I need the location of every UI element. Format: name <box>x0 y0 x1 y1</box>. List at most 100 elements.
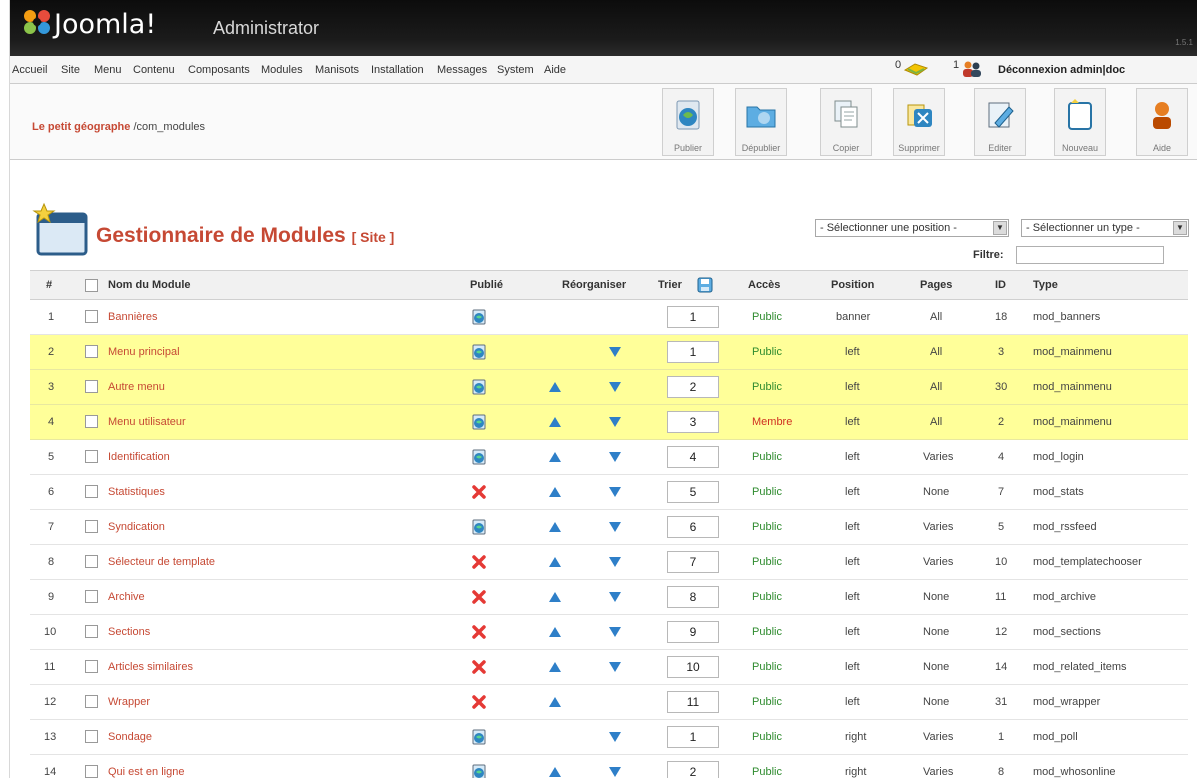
unpublish-button[interactable]: Dépublier <box>735 88 787 156</box>
menu-item-site[interactable]: Site <box>61 64 80 76</box>
logout-link[interactable]: Déconnexion admin|doc <box>998 64 1125 76</box>
module-name-link[interactable]: Bannières <box>108 311 158 323</box>
col-position[interactable]: Position <box>831 279 874 291</box>
move-down-icon[interactable] <box>608 766 622 778</box>
move-up-icon[interactable] <box>548 696 562 708</box>
col-type[interactable]: Type <box>1033 279 1058 291</box>
menu-item-modules[interactable]: Modules <box>261 64 303 76</box>
row-checkbox[interactable] <box>85 660 98 673</box>
order-input[interactable]: 7 <box>667 551 719 573</box>
access-link[interactable]: Public <box>752 591 782 603</box>
col-id[interactable]: ID <box>995 279 1006 291</box>
module-name-link[interactable]: Identification <box>108 451 170 463</box>
access-link[interactable]: Public <box>752 731 782 743</box>
row-checkbox[interactable] <box>85 450 98 463</box>
col-name[interactable]: Nom du Module <box>108 279 191 291</box>
order-input[interactable]: 5 <box>667 481 719 503</box>
row-checkbox[interactable] <box>85 520 98 533</box>
published-icon[interactable] <box>471 414 487 430</box>
move-up-icon[interactable] <box>548 591 562 603</box>
menu-item-installation[interactable]: Installation <box>371 64 424 76</box>
published-icon[interactable] <box>471 764 487 778</box>
row-checkbox[interactable] <box>85 310 98 323</box>
module-name-link[interactable]: Archive <box>108 591 145 603</box>
order-input[interactable]: 1 <box>667 341 719 363</box>
row-checkbox[interactable] <box>85 695 98 708</box>
unpublished-icon[interactable] <box>471 484 487 500</box>
published-icon[interactable] <box>471 449 487 465</box>
order-input[interactable]: 2 <box>667 761 719 778</box>
row-checkbox[interactable] <box>85 765 98 778</box>
delete-button[interactable]: Supprimer <box>893 88 945 156</box>
module-name-link[interactable]: Syndication <box>108 521 165 533</box>
access-link[interactable]: Public <box>752 311 782 323</box>
new-button[interactable]: Nouveau <box>1054 88 1106 156</box>
order-input[interactable]: 4 <box>667 446 719 468</box>
move-up-icon[interactable] <box>548 766 562 778</box>
menu-item-composants[interactable]: Composants <box>188 64 250 76</box>
module-name-link[interactable]: Sélecteur de template <box>108 556 215 568</box>
module-name-link[interactable]: Menu utilisateur <box>108 416 186 428</box>
access-link[interactable]: Public <box>752 486 782 498</box>
move-down-icon[interactable] <box>608 521 622 533</box>
access-link[interactable]: Public <box>752 451 782 463</box>
menu-item-manisots[interactable]: Manisots <box>315 64 359 76</box>
unpublished-icon[interactable] <box>471 624 487 640</box>
row-checkbox[interactable] <box>85 345 98 358</box>
access-link[interactable]: Public <box>752 696 782 708</box>
row-checkbox[interactable] <box>85 590 98 603</box>
move-down-icon[interactable] <box>608 451 622 463</box>
select-all-checkbox[interactable] <box>85 279 98 292</box>
position-select[interactable]: - Sélectionner une position - ▼ <box>815 219 1009 237</box>
order-input[interactable]: 3 <box>667 411 719 433</box>
row-checkbox[interactable] <box>85 625 98 638</box>
access-link[interactable]: Membre <box>752 416 792 428</box>
menu-item-messages[interactable]: Messages <box>437 64 487 76</box>
move-up-icon[interactable] <box>548 626 562 638</box>
unpublished-icon[interactable] <box>471 589 487 605</box>
messages-status[interactable]: 0 <box>895 59 929 78</box>
published-icon[interactable] <box>471 309 487 325</box>
move-up-icon[interactable] <box>548 451 562 463</box>
move-down-icon[interactable] <box>608 416 622 428</box>
module-name-link[interactable]: Autre menu <box>108 381 165 393</box>
move-down-icon[interactable] <box>608 626 622 638</box>
access-link[interactable]: Public <box>752 556 782 568</box>
row-checkbox[interactable] <box>85 485 98 498</box>
row-checkbox[interactable] <box>85 415 98 428</box>
access-link[interactable]: Public <box>752 346 782 358</box>
row-checkbox[interactable] <box>85 555 98 568</box>
move-down-icon[interactable] <box>608 381 622 393</box>
col-sort[interactable]: Trier <box>658 279 682 291</box>
module-name-link[interactable]: Menu principal <box>108 346 180 358</box>
access-link[interactable]: Public <box>752 626 782 638</box>
order-input[interactable]: 8 <box>667 586 719 608</box>
copy-button[interactable]: Copier <box>820 88 872 156</box>
filter-input[interactable] <box>1016 246 1164 264</box>
publish-button[interactable]: Publier <box>662 88 714 156</box>
unpublished-icon[interactable] <box>471 659 487 675</box>
col-published[interactable]: Publié <box>470 279 503 291</box>
order-input[interactable]: 1 <box>667 726 719 748</box>
access-link[interactable]: Public <box>752 766 782 778</box>
order-input[interactable]: 11 <box>667 691 719 713</box>
access-link[interactable]: Public <box>752 661 782 673</box>
col-pages[interactable]: Pages <box>920 279 952 291</box>
edit-button[interactable]: Editer <box>974 88 1026 156</box>
module-name-link[interactable]: Sondage <box>108 731 152 743</box>
col-reorder[interactable]: Réorganiser <box>562 279 626 291</box>
published-icon[interactable] <box>471 519 487 535</box>
unpublished-icon[interactable] <box>471 554 487 570</box>
module-name-link[interactable]: Qui est en ligne <box>108 766 184 778</box>
col-access[interactable]: Accès <box>748 279 780 291</box>
move-down-icon[interactable] <box>608 486 622 498</box>
move-up-icon[interactable] <box>548 556 562 568</box>
save-order-icon[interactable] <box>697 277 713 293</box>
module-name-link[interactable]: Sections <box>108 626 150 638</box>
menu-item-contenu[interactable]: Contenu <box>133 64 175 76</box>
move-down-icon[interactable] <box>608 556 622 568</box>
row-checkbox[interactable] <box>85 380 98 393</box>
module-name-link[interactable]: Articles similaires <box>108 661 193 673</box>
access-link[interactable]: Public <box>752 381 782 393</box>
move-down-icon[interactable] <box>608 731 622 743</box>
